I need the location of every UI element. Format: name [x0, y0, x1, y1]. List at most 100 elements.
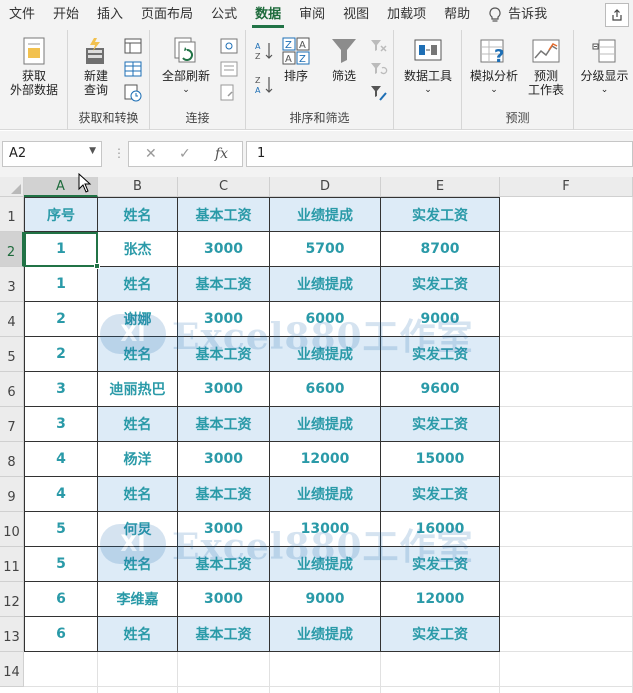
cell-b2[interactable]: 张杰: [98, 232, 178, 267]
name-box-dropdown-icon[interactable]: ▼: [89, 146, 96, 156]
cell-d12[interactable]: 9000: [270, 582, 381, 617]
cell-c11[interactable]: 基本工资: [178, 547, 270, 582]
tab-addins[interactable]: 加载项: [378, 0, 435, 30]
cell-b4[interactable]: 谢娜: [98, 302, 178, 337]
insert-function-icon[interactable]: fx: [215, 146, 228, 162]
tab-insert[interactable]: 插入: [88, 0, 132, 30]
edit-links-icon[interactable]: [220, 84, 238, 102]
cell-d11[interactable]: 业绩提成: [270, 547, 381, 582]
cell-b5[interactable]: 姓名: [98, 337, 178, 372]
tab-formulas[interactable]: 公式: [202, 0, 246, 30]
tab-home[interactable]: 开始: [44, 0, 88, 30]
enter-icon[interactable]: ✓: [179, 146, 191, 162]
name-box[interactable]: A2 ▼: [2, 141, 102, 167]
cell-d7[interactable]: 业绩提成: [270, 407, 381, 442]
clear-filter-icon[interactable]: [370, 38, 388, 54]
column-header-b[interactable]: B: [98, 177, 178, 197]
tab-page-layout[interactable]: 页面布局: [132, 0, 202, 30]
share-button[interactable]: [605, 3, 629, 27]
sort-ascending-icon[interactable]: AZ: [254, 40, 274, 62]
cell-b10[interactable]: 何炅: [98, 512, 178, 547]
formula-bar-splitter[interactable]: ⋮: [113, 146, 125, 160]
column-header-c[interactable]: C: [178, 177, 270, 197]
cell-c2[interactable]: 3000: [178, 232, 270, 267]
cell-d1[interactable]: 业绩提成: [270, 197, 381, 232]
cell-a9[interactable]: 4: [24, 477, 98, 512]
cell-b13[interactable]: 姓名: [98, 617, 178, 652]
cell-a12[interactable]: 6: [24, 582, 98, 617]
cell-c5[interactable]: 基本工资: [178, 337, 270, 372]
cell-a8[interactable]: 4: [24, 442, 98, 477]
get-external-data-button[interactable]: 获取 外部数据: [4, 36, 64, 97]
row-header-10[interactable]: 10: [0, 512, 24, 547]
row-header-1[interactable]: 1: [0, 197, 24, 232]
cell-b8[interactable]: 杨洋: [98, 442, 178, 477]
row-header-14[interactable]: 14: [0, 652, 24, 687]
tab-data[interactable]: 数据: [246, 0, 290, 30]
recent-sources-icon[interactable]: [124, 84, 142, 102]
refresh-all-dropdown-icon[interactable]: ⌄: [156, 83, 216, 97]
advanced-filter-icon[interactable]: [370, 84, 388, 102]
outline-dropdown-icon[interactable]: ⌄: [576, 83, 633, 97]
row-header-13[interactable]: 13: [0, 617, 24, 652]
from-table-icon[interactable]: [124, 61, 142, 77]
filter-button[interactable]: 筛选: [324, 36, 364, 83]
tab-help[interactable]: 帮助: [435, 0, 479, 30]
row-header-3[interactable]: 3: [0, 267, 24, 302]
cell-e12[interactable]: 12000: [381, 582, 500, 617]
row-header-9[interactable]: 9: [0, 477, 24, 512]
cell-a1[interactable]: 序号: [24, 197, 98, 232]
cell-c8[interactable]: 3000: [178, 442, 270, 477]
column-header-e[interactable]: E: [381, 177, 500, 197]
data-tools-button[interactable]: 数据工具 ⌄: [398, 36, 458, 97]
cell-e7[interactable]: 实发工资: [381, 407, 500, 442]
cell-a13[interactable]: 6: [24, 617, 98, 652]
forecast-sheet-button[interactable]: 预测 工作表: [524, 36, 568, 97]
cell-b6[interactable]: 迪丽热巴: [98, 372, 178, 407]
cell-d2[interactable]: 5700: [270, 232, 381, 267]
cancel-icon[interactable]: ✕: [145, 146, 157, 162]
cell-a3[interactable]: 1: [24, 267, 98, 302]
sort-descending-icon[interactable]: ZA: [254, 74, 274, 96]
cell-e9[interactable]: 实发工资: [381, 477, 500, 512]
cell-d4[interactable]: 6000: [270, 302, 381, 337]
cell-c9[interactable]: 基本工资: [178, 477, 270, 512]
new-query-button[interactable]: 新建 查询: [74, 36, 118, 97]
cell-c7[interactable]: 基本工资: [178, 407, 270, 442]
cell-b12[interactable]: 李维嘉: [98, 582, 178, 617]
row-header-2[interactable]: 2: [0, 232, 24, 267]
row-header-11[interactable]: 11: [0, 547, 24, 582]
connections-icon[interactable]: [220, 38, 238, 54]
cell-e11[interactable]: 实发工资: [381, 547, 500, 582]
row-header-7[interactable]: 7: [0, 407, 24, 442]
cell-c4[interactable]: 3000: [178, 302, 270, 337]
cell-b11[interactable]: 姓名: [98, 547, 178, 582]
cell-e8[interactable]: 15000: [381, 442, 500, 477]
cell-d13[interactable]: 业绩提成: [270, 617, 381, 652]
data-tools-dropdown-icon[interactable]: ⌄: [398, 83, 458, 97]
formula-input[interactable]: 1: [246, 141, 633, 167]
cell-d3[interactable]: 业绩提成: [270, 267, 381, 302]
fill-handle[interactable]: [94, 263, 100, 269]
tell-me-search[interactable]: 告诉我: [479, 0, 556, 30]
cell-c10[interactable]: 3000: [178, 512, 270, 547]
cell-c12[interactable]: 3000: [178, 582, 270, 617]
cell-c3[interactable]: 基本工资: [178, 267, 270, 302]
row-header-12[interactable]: 12: [0, 582, 24, 617]
cell-d9[interactable]: 业绩提成: [270, 477, 381, 512]
cell-e5[interactable]: 实发工资: [381, 337, 500, 372]
cell-b7[interactable]: 姓名: [98, 407, 178, 442]
what-if-dropdown-icon[interactable]: ⌄: [466, 83, 522, 97]
cell-e1[interactable]: 实发工资: [381, 197, 500, 232]
cell-c1[interactable]: 基本工资: [178, 197, 270, 232]
sort-button[interactable]: ZAAZ 排序: [278, 36, 314, 83]
column-header-d[interactable]: D: [270, 177, 381, 197]
cell-a5[interactable]: 2: [24, 337, 98, 372]
reapply-filter-icon[interactable]: [370, 61, 388, 77]
cell-a2[interactable]: 1: [24, 232, 98, 267]
cell-e3[interactable]: 实发工资: [381, 267, 500, 302]
cell-d5[interactable]: 业绩提成: [270, 337, 381, 372]
cell-d10[interactable]: 13000: [270, 512, 381, 547]
row-header-8[interactable]: 8: [0, 442, 24, 477]
properties-icon[interactable]: [220, 61, 238, 77]
